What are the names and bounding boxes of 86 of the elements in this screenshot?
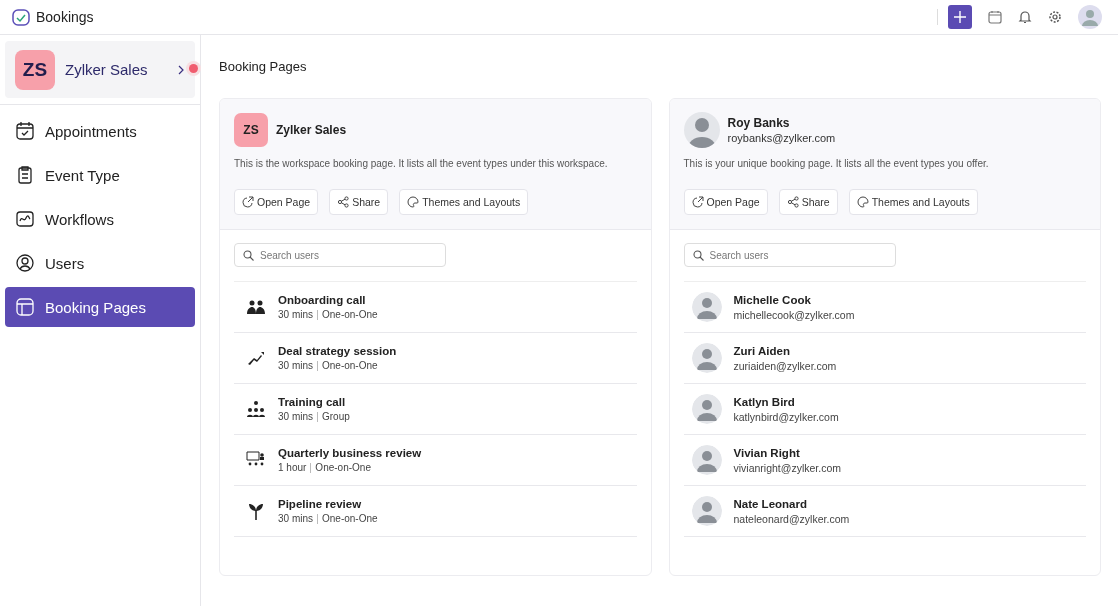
calendar-icon[interactable]	[988, 10, 1002, 24]
settings-icon[interactable]	[1048, 10, 1062, 24]
add-button[interactable]	[948, 5, 972, 29]
avatar-silhouette	[691, 343, 722, 373]
card-action-button[interactable]: Themes and Layouts	[399, 189, 529, 215]
external-link-icon	[691, 196, 704, 208]
user-email: vivianright@zylker.com	[733, 461, 842, 474]
user-email: katlynbird@zylker.com	[733, 410, 839, 423]
avatar-silhouette	[691, 496, 722, 526]
user-name: Nate Leonard	[733, 497, 808, 510]
search-field[interactable]: Search users	[683, 243, 896, 267]
calendar-logo-icon	[11, 7, 31, 27]
user-email: zuriaiden@zylker.com	[733, 359, 837, 372]
event-duration: 30 mins	[278, 360, 313, 371]
event-duration: 30 mins	[278, 513, 313, 524]
card-action-button[interactable]: Share	[329, 189, 389, 215]
external-link-icon	[242, 196, 254, 208]
user-email: nateleonard@zylker.com	[733, 512, 850, 525]
share-icon	[786, 196, 799, 208]
palette-icon	[856, 196, 869, 208]
avatar-silhouette	[691, 394, 722, 424]
user-name: Vivian Right	[733, 446, 801, 459]
card-title: Zylker Sales	[276, 123, 347, 137]
list-row[interactable]: Deal strategy session 30 mins One-on-One	[234, 333, 637, 384]
event-type: One-on-One	[322, 360, 378, 371]
list-row[interactable]: Katlyn Bird katlynbird@zylker.com	[683, 384, 1086, 435]
page-title: Booking Pages	[219, 59, 308, 74]
sidebar-item[interactable]: Event Type	[5, 155, 195, 195]
event-title: Quarterly business review	[278, 447, 422, 459]
sidebar-item[interactable]: Appointments	[5, 111, 195, 151]
group-icon	[246, 399, 266, 419]
app-title: Bookings	[36, 9, 94, 25]
event-type: Group	[322, 411, 350, 422]
chevron-right-icon	[178, 64, 185, 75]
palette-icon	[407, 196, 420, 208]
event-title: Deal strategy session	[278, 345, 397, 357]
list-row[interactable]: Michelle Cook michellecook@zylker.com	[683, 282, 1086, 333]
event-type: One-on-One	[315, 462, 371, 473]
browser-window-icon	[15, 297, 35, 317]
list-row[interactable]: Onboarding call 30 mins One-on-One	[234, 282, 637, 333]
card-description: This is your unique booking page. It lists all the event types you offer.	[683, 158, 990, 169]
user-name: Michelle Cook	[733, 293, 812, 306]
sidebar-item[interactable]: Users	[5, 243, 195, 283]
list-row[interactable]: Training call 30 mins Group	[234, 384, 637, 435]
calendar-check-icon	[15, 121, 35, 141]
avatar-silhouette	[691, 445, 722, 475]
card-title: Roy Banks	[727, 116, 791, 130]
plant-icon	[246, 501, 266, 521]
event-type: One-on-One	[322, 513, 378, 524]
card-action-button[interactable]: Themes and Layouts	[848, 189, 978, 215]
search-field[interactable]: Search users	[234, 243, 446, 267]
clipboard-icon	[15, 165, 35, 185]
event-duration: 1 hour	[278, 462, 307, 473]
card-action-button[interactable]: Share	[778, 189, 838, 215]
user-name: Zuri Aiden	[733, 344, 791, 357]
plus-icon	[954, 11, 966, 23]
workspace-initials: ZS	[15, 49, 55, 90]
bell-icon[interactable]	[1018, 10, 1032, 24]
card-description: This is the workspace booking page. It lists all the event types under this workspace.	[234, 158, 609, 169]
card-action-button[interactable]: Open Page	[234, 189, 319, 215]
event-duration: 30 mins	[278, 411, 313, 422]
workspace-initials: ZS	[234, 113, 268, 147]
list-row[interactable]: Vivian Right vivianright@zylker.com	[683, 435, 1086, 486]
event-title: Pipeline review	[278, 498, 363, 510]
list-row[interactable]: Pipeline review 30 mins One-on-One	[234, 486, 637, 537]
card-action-button[interactable]: Open Page	[683, 189, 768, 215]
user-icon	[15, 253, 35, 273]
avatar-silhouette	[683, 112, 720, 148]
workspace-name: Zylker Sales	[65, 61, 149, 78]
avatar-silhouette	[691, 292, 722, 322]
event-title: Onboarding call	[278, 294, 367, 306]
user-name: Katlyn Bird	[733, 395, 796, 408]
sidebar-item[interactable]: Workflows	[5, 199, 195, 239]
user-email: michellecook@zylker.com	[733, 308, 855, 321]
card-email: roybanks@zylker.com	[727, 132, 836, 144]
list-row[interactable]: Zuri Aiden zuriaiden@zylker.com	[683, 333, 1086, 384]
share-icon	[337, 196, 350, 208]
event-duration: 30 mins	[278, 309, 313, 320]
user-avatar[interactable]	[1078, 5, 1102, 29]
sidebar-item[interactable]: Booking Pages	[5, 287, 195, 327]
list-row[interactable]: Nate Leonard nateleonard@zylker.com	[683, 486, 1086, 537]
workflow-icon	[15, 209, 35, 229]
list-row[interactable]: Quarterly business review 1 hour One-on-One	[234, 435, 637, 486]
event-title: Training call	[278, 396, 347, 408]
event-type: One-on-One	[322, 309, 378, 320]
notification-dot	[189, 64, 198, 73]
